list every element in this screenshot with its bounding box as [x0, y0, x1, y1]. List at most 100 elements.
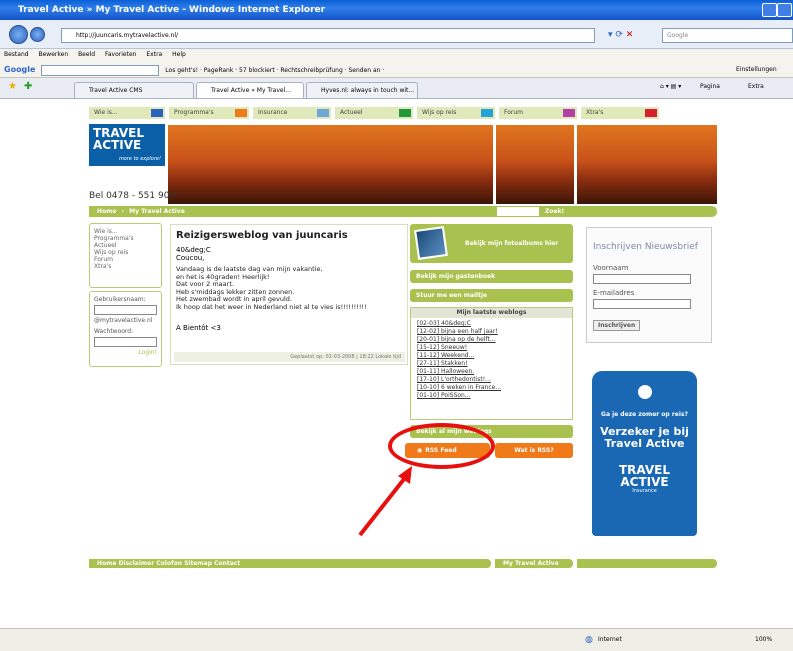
blog-signoff: A Bientôt <3 [176, 324, 221, 332]
search-input[interactable]: Google [662, 28, 793, 43]
nav-insurance[interactable]: Insurance [253, 107, 331, 119]
nav-wijs-op-reis[interactable]: Wijs op reis [417, 107, 495, 119]
email-input[interactable] [593, 299, 691, 309]
weblog-link[interactable]: [27-11] Stakken! [417, 360, 566, 368]
zoom-level[interactable]: 100% [755, 636, 772, 643]
weblog-link[interactable]: [02-03] 40&deg;C [417, 320, 566, 328]
weblog-link[interactable]: [11-12] Weekend... [417, 352, 566, 360]
username-domain: @mytravelactive.nl [94, 317, 153, 324]
back-button[interactable] [9, 25, 28, 44]
weblogs-header: Mijn laatste weblogs [411, 308, 572, 318]
tab-hyves[interactable]: Hyves.nl: always in touch wit... [306, 82, 418, 98]
weblog-link[interactable]: [17-10] L'orthedontist!... [417, 376, 566, 384]
nav-xtras[interactable]: Xtra's [581, 107, 659, 119]
footer-colofon[interactable]: Colofon [156, 560, 182, 567]
breadcrumb-my-travel-active[interactable]: My Travel Active [129, 208, 185, 215]
minimize-button[interactable] [762, 3, 777, 17]
favorites-star-icon[interactable]: ★ [8, 81, 17, 92]
blog-subtitle: 40&deg;C [176, 246, 211, 254]
address-input[interactable]: http://juuncaris.mytravelactive.nl/ [61, 28, 595, 43]
photo-album-button[interactable]: Bekijk mijn fotoalbums hier [410, 224, 573, 263]
phone-number: Bel 0478 - 551 900 [89, 191, 176, 201]
tab-my-travel-active[interactable]: Travel Active » My Travel... [196, 82, 304, 98]
nav-programmas[interactable]: Programma's [169, 107, 249, 119]
google-settings[interactable]: Einstellungen [736, 61, 777, 78]
page-menu[interactable]: Pagina [700, 83, 720, 90]
site-footer: Home Disclaimer Colofon Sitemap Contact [89, 559, 491, 568]
left-link-programmas[interactable]: Programma's [94, 235, 157, 242]
restore-button[interactable] [777, 3, 792, 17]
google-toolbar-items[interactable]: Los geht's! · PageRank · 57 blockiert · … [165, 67, 384, 74]
left-link-wie-is[interactable]: Wie is... [94, 228, 157, 235]
first-name-label: Voornaam [593, 264, 629, 272]
guestbook-button[interactable]: Bekijk mijn gastenboek [410, 270, 573, 283]
security-zone: Internet [598, 636, 622, 643]
blog-greeting: Coucou, [176, 254, 205, 262]
tab-travel-active-cms[interactable]: Travel Active CMS [74, 82, 194, 98]
weblog-link[interactable]: [20-01] bijna op de helft... [417, 336, 566, 344]
password-label: Wachtwoord: [94, 328, 134, 335]
username-input[interactable] [94, 305, 157, 315]
google-search-input[interactable] [41, 65, 160, 76]
internet-zone-icon: ◍ [585, 635, 593, 645]
mail-button[interactable]: Stuur me een mailtje [410, 289, 573, 302]
email-label: E-mailadres [593, 289, 635, 297]
breadcrumb: Home › My Travel Active [89, 206, 717, 217]
left-nav-box: Wie is... Programma's Actueel Wijs op re… [89, 223, 162, 288]
nav-actueel[interactable]: Actueel [335, 107, 413, 119]
site-search-input[interactable] [497, 207, 539, 216]
subscribe-button[interactable]: Inschrijven [593, 320, 641, 331]
password-input[interactable] [94, 337, 157, 347]
blog-body: Vandaag is de laatste dag van mijn vakan… [176, 266, 367, 311]
add-favorite-icon[interactable]: ✚ [24, 81, 32, 92]
first-name-input[interactable] [593, 274, 691, 284]
weblog-link[interactable]: [01-10] PoiSSon... [417, 392, 566, 400]
newsletter-title: Inschrijven Nieuwsbrief [593, 242, 698, 252]
blog-post: Reizigersweblog van juuncaris 40&deg;C C… [170, 224, 408, 365]
breadcrumb-home[interactable]: Home [97, 208, 116, 215]
login-box: Gebruikersnaam: @mytravelactive.nl Wacht… [89, 291, 162, 367]
menu-favorieten[interactable]: Favorieten [105, 51, 136, 58]
red-arrow-icon [358, 466, 412, 537]
weblog-link[interactable]: [10-10] 6 weken in France... [417, 384, 566, 392]
left-link-forum[interactable]: Forum [94, 256, 157, 263]
weblog-link[interactable]: [15-12] Sneeuw! [417, 344, 566, 352]
what-is-rss-button[interactable]: Wat is RSS? [495, 443, 573, 458]
extra-menu[interactable]: Extra [748, 83, 764, 90]
forward-button[interactable] [30, 27, 45, 42]
menu-help[interactable]: Help [172, 51, 186, 58]
google-toolbar: Google Los geht's! · PageRank · 57 block… [0, 61, 793, 78]
left-link-actueel[interactable]: Actueel [94, 242, 157, 249]
blog-footer: Geplaatst op: 02-03-2008 | 18:22 Lokale … [174, 352, 405, 362]
home-icon[interactable]: ⌂ ▾ ▤ ▾ [660, 83, 681, 90]
weblog-link[interactable]: [12-02] bijna een half jaar! [417, 328, 566, 336]
tag-hole [637, 385, 652, 399]
banner-image-canyon-3 [577, 125, 717, 204]
left-link-xtras[interactable]: Xtra's [94, 263, 157, 270]
site-search-button[interactable]: Zoek! [545, 206, 564, 217]
refresh-stop-icons[interactable]: ▾ ⟳ ✕ [608, 28, 658, 43]
travel-active-logo[interactable]: TRAVEL ACTIVE more to explore! [89, 124, 165, 166]
menu-bestand[interactable]: Bestand [4, 51, 29, 58]
menu-extra[interactable]: Extra [146, 51, 162, 58]
nav-forum[interactable]: Forum [499, 107, 577, 119]
login-button[interactable]: Login! [94, 349, 157, 356]
footer-sitemap[interactable]: Sitemap [184, 560, 212, 567]
left-link-wijs-op-reis[interactable]: Wijs op reis [94, 249, 157, 256]
nav-wie-is[interactable]: Wie is... [89, 107, 165, 119]
banner-image-canyon [168, 125, 493, 204]
menu-bewerken[interactable]: Bewerken [39, 51, 69, 58]
menu-beeld[interactable]: Beeld [78, 51, 95, 58]
banner-image-canyon-2 [496, 125, 574, 204]
username-label: Gebruikersnaam: [94, 296, 146, 303]
latest-weblogs-box: Mijn laatste weblogs [02-03] 40&deg;C [1… [410, 307, 573, 420]
footer-disclaimer[interactable]: Disclaimer [119, 560, 155, 567]
insurance-ad[interactable]: Ga je deze zomer op reis? Verzeker je bi… [592, 371, 697, 536]
footer-contact[interactable]: Contact [214, 560, 240, 567]
footer-home[interactable]: Home [97, 560, 116, 567]
window-titlebar: Travel Active » My Travel Active - Windo… [0, 0, 793, 20]
google-logo: Google [4, 65, 36, 74]
footer-my-travel-active[interactable]: My Travel Active [495, 559, 573, 568]
weblog-link[interactable]: [01-11] Halloween. [417, 368, 566, 376]
blog-title: Reizigersweblog van juuncaris [176, 230, 348, 241]
